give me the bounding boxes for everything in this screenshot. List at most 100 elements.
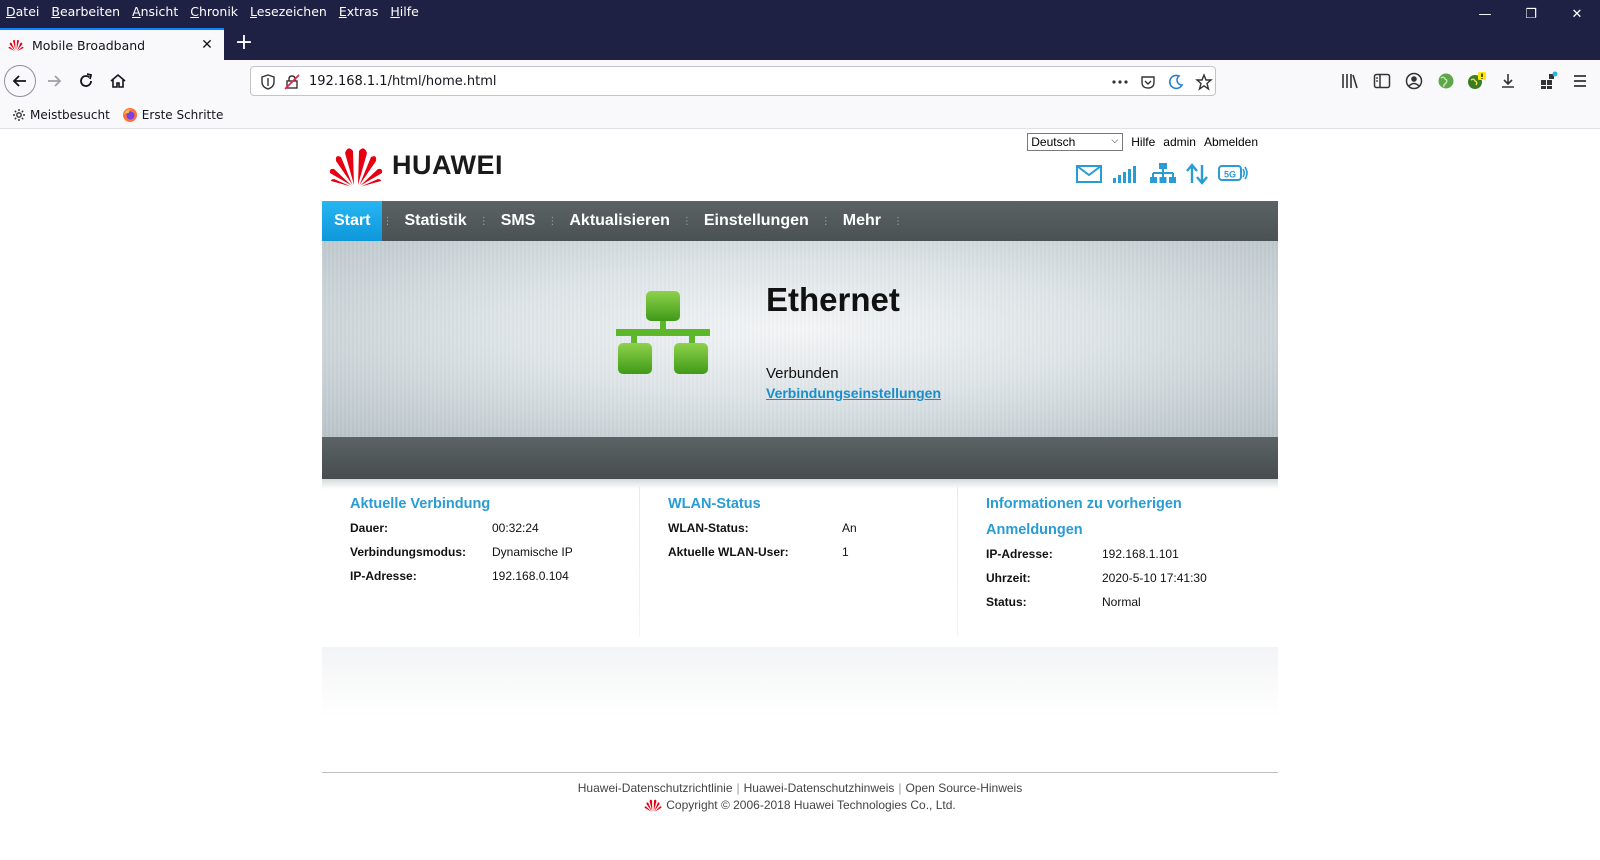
nav-separator: ⋮ [478, 215, 489, 227]
footer-divider [322, 772, 1278, 773]
extension-warning-icon[interactable] [1466, 71, 1486, 91]
bookmark-meistbesucht[interactable]: Meistbesucht [12, 108, 110, 122]
connection-banner: Ethernet Verbunden Verbindungseinstellun… [322, 241, 1278, 437]
info-label: WLAN-Status: [668, 521, 749, 535]
tab-title: Mobile Broadband [32, 37, 146, 53]
info-value: 1 [842, 545, 849, 559]
footer-separator: | [736, 781, 740, 795]
svg-text:5G: 5G [1224, 170, 1236, 180]
connection-settings-link[interactable]: Verbindungseinstellungen [766, 385, 941, 401]
info-value: 2020-5-10 17:41:30 [1102, 571, 1207, 585]
download-icon[interactable] [1498, 71, 1518, 91]
menu-hilfe[interactable]: Hilfe [390, 4, 418, 19]
nav-separator: ⋮ [893, 215, 903, 227]
privacy-notice-link[interactable]: Huawei-Datenschutzhinweis [744, 781, 895, 795]
moon-icon[interactable] [1167, 73, 1185, 91]
info-value: An [842, 521, 857, 535]
home-button[interactable] [102, 65, 134, 97]
bookmark-erste-schritte[interactable]: Erste Schritte [122, 107, 224, 123]
nav-aktualisieren[interactable]: Aktualisieren [557, 201, 681, 241]
privacy-policy-link[interactable]: Huawei-Datenschutzrichtlinie [578, 781, 733, 795]
library-icon[interactable] [1340, 71, 1360, 91]
copyright-text: Copyright © 2006-2018 Huawei Technologie… [666, 798, 956, 812]
nav-separator: ⋮ [547, 215, 558, 227]
huawei-small-logo-icon [644, 799, 662, 812]
url-text[interactable]: 192.168.1.1/html/home.html [309, 74, 497, 89]
status-icons: 5G [1076, 163, 1248, 185]
logout-link[interactable]: Abmelden [1204, 135, 1258, 149]
current-connection-panel: Aktuelle Verbindung Dauer: 00:32:24 Verb… [322, 487, 640, 637]
chevron-down-icon: ⌵ [1111, 135, 1119, 145]
connection-type-title: Ethernet [766, 281, 900, 318]
back-button[interactable] [4, 65, 36, 97]
open-source-link[interactable]: Open Source-Hinweis [906, 781, 1023, 795]
language-select[interactable]: Deutsch ⌵ [1027, 133, 1124, 151]
bookmarks-toolbar: Meistbesucht Erste Schritte [0, 102, 1600, 129]
info-label: Aktuelle WLAN-User: [668, 545, 789, 559]
menu-ansicht[interactable]: Ansicht [132, 4, 178, 19]
extensions-icon[interactable] [1538, 71, 1558, 91]
new-tab-button[interactable]: + [232, 32, 256, 56]
previous-login-panel: Informationen zu vorherigen Anmeldungen … [958, 487, 1276, 627]
info-label: Verbindungsmodus: [350, 545, 467, 559]
top-links: Deutsch ⌵ Hilfe admin Abmelden [1027, 133, 1258, 151]
huawei-favicon-icon [8, 39, 24, 51]
transfer-icon [1186, 163, 1208, 185]
restore-button[interactable]: ❐ [1508, 0, 1554, 28]
info-row: Aktuelle WLAN-User: 1 [668, 545, 849, 559]
menu-bearbeiten[interactable]: Bearbeiten [51, 4, 120, 19]
url-bar[interactable]: 192.168.1.1/html/home.html [250, 66, 1216, 96]
info-label: Status: [986, 595, 1027, 609]
browser-navbar: 192.168.1.1/html/home.html [0, 60, 1600, 102]
menu-datei[interactable]: Datei [6, 4, 39, 19]
info-value: 00:32:24 [492, 521, 539, 535]
menu-lesezeichen[interactable]: Lesezeichen [250, 4, 327, 19]
nav-einstellungen[interactable]: Einstellungen [692, 201, 821, 241]
tab-close-icon[interactable]: ✕ [198, 37, 216, 53]
reload-button[interactable] [70, 65, 102, 97]
info-label: IP-Adresse: [350, 569, 417, 583]
browser-tab[interactable]: Mobile Broadband ✕ [0, 28, 224, 60]
admin-user: admin [1163, 135, 1196, 149]
info-row: Verbindungsmodus: Dynamische IP [350, 545, 573, 559]
minimize-button[interactable]: — [1462, 0, 1508, 28]
globe-extension-icon[interactable] [1436, 71, 1456, 91]
info-value: Dynamische IP [492, 545, 573, 559]
info-label: Uhrzeit: [986, 571, 1031, 585]
window-controls: — ❐ ✕ [1462, 0, 1600, 28]
5g-icon: 5G [1218, 165, 1248, 181]
language-value: Deutsch [1031, 135, 1076, 149]
menu-chronik[interactable]: Chronik [190, 4, 238, 19]
arrow-right-icon [48, 75, 62, 87]
info-row: Dauer: 00:32:24 [350, 521, 539, 535]
arrow-left-icon [12, 75, 26, 87]
firefox-icon [122, 108, 137, 122]
sidebar-icon[interactable] [1372, 71, 1392, 91]
info-row: Status: Normal [986, 595, 1141, 609]
shield-icon[interactable] [259, 73, 277, 91]
forward-button[interactable] [38, 65, 70, 97]
hamburger-menu-icon[interactable] [1570, 71, 1590, 91]
current-connection-title: Aktuelle Verbindung [350, 496, 491, 512]
bookmark-label: Meistbesucht [30, 108, 110, 122]
help-link[interactable]: Hilfe [1131, 135, 1155, 149]
insecure-lock-icon[interactable] [283, 73, 301, 91]
mail-icon[interactable] [1076, 165, 1102, 183]
nav-statistik[interactable]: Statistik [392, 201, 478, 241]
bookmark-star-icon[interactable] [1195, 73, 1213, 91]
account-icon[interactable] [1404, 71, 1424, 91]
brand-name: HUAWEI [392, 149, 503, 180]
bookmark-label: Erste Schritte [141, 108, 224, 122]
close-window-button[interactable]: ✕ [1554, 0, 1600, 28]
more-actions-icon[interactable] [1111, 73, 1129, 91]
nav-sms[interactable]: SMS [489, 201, 548, 241]
reload-icon [80, 73, 93, 87]
footer-links: Huawei-Datenschutzrichtlinie | Huawei-Date… [322, 781, 1278, 795]
info-value: 192.168.1.101 [1102, 547, 1179, 561]
info-row: Uhrzeit: 2020-5-10 17:41:30 [986, 571, 1207, 585]
wlan-status-title: WLAN-Status [668, 496, 761, 512]
pocket-icon[interactable] [1139, 73, 1157, 91]
nav-mehr[interactable]: Mehr [831, 201, 893, 241]
menu-extras[interactable]: Extras [339, 4, 379, 19]
nav-start[interactable]: Start [322, 201, 383, 241]
